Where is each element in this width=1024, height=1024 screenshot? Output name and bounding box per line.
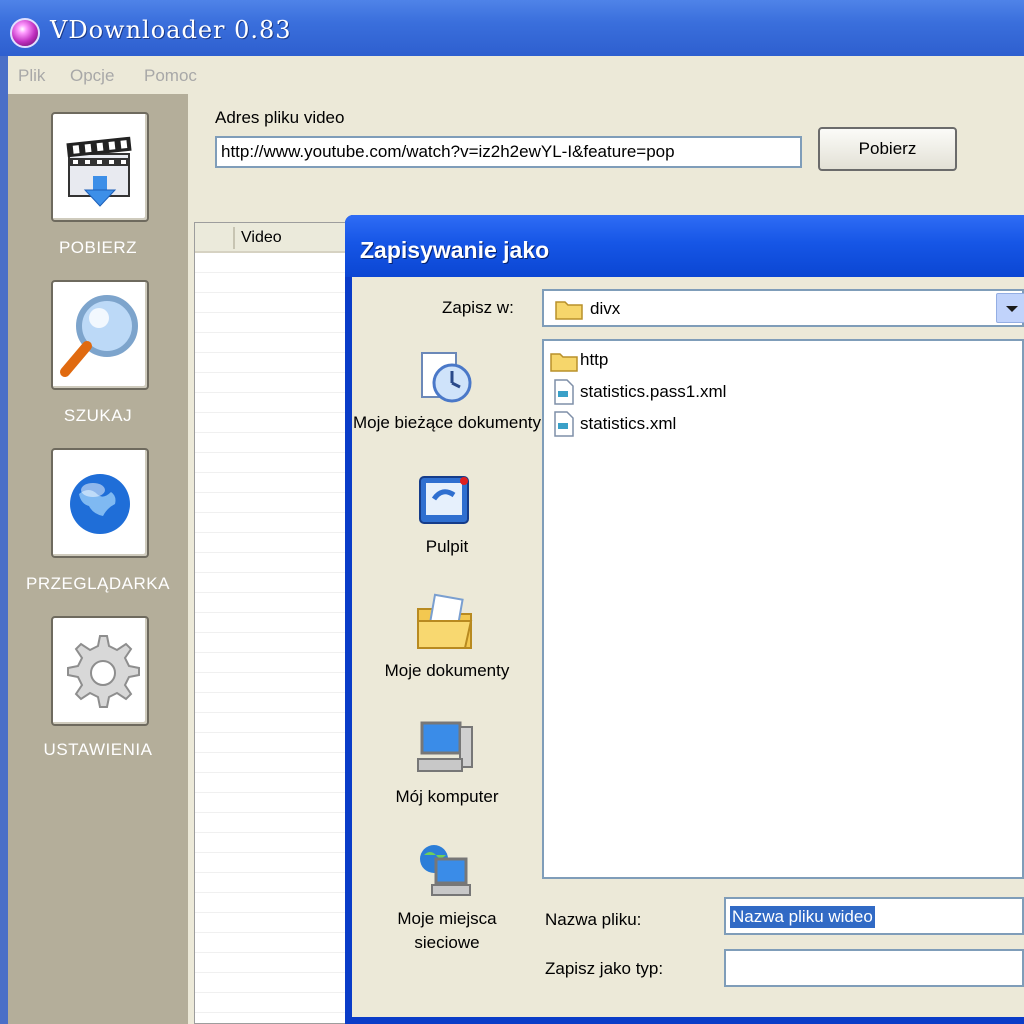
desktop-icon <box>419 476 469 524</box>
chevron-down-icon <box>1006 306 1018 312</box>
filetype-label: Zapisz jako typ: <box>545 959 664 978</box>
filename-selected-text: Nazwa pliku wideo <box>730 906 875 928</box>
dialog-title: Zapisywanie jako <box>360 237 550 263</box>
address-label: Adres pliku video <box>215 108 345 127</box>
dialog-body: Zapisz w: divx Moje bieżące dokumenty Pu… <box>352 277 1024 1017</box>
folder-icon <box>555 301 583 320</box>
xml-file-icon <box>554 379 574 405</box>
recent-documents-icon <box>421 352 472 403</box>
folder-icon <box>550 353 578 372</box>
title-bar[interactable]: VDownloader 0.83 <box>0 0 1024 56</box>
dialog-title-bar[interactable]: Zapisywanie jako <box>345 215 1024 277</box>
place-recent-documents[interactable]: Moje bieżące dokumenty <box>352 339 542 459</box>
file-list[interactable]: http statistics.pass1.xml statistics.xml <box>542 339 1024 879</box>
save-as-dialog: Zapisywanie jako Zapisz w: divx Moje bie… <box>345 215 1024 1024</box>
menu-bar: Plik Opcje Pomoc <box>8 56 1024 94</box>
column-header-video[interactable]: Video <box>241 229 282 247</box>
save-in-value: divx <box>590 299 621 318</box>
window-title: VDownloader 0.83 <box>50 16 292 44</box>
network-places-icon <box>420 845 471 896</box>
filename-label: Nazwa pliku: <box>545 910 642 929</box>
column-separator[interactable] <box>233 227 235 249</box>
sidebar-button-search[interactable] <box>51 280 149 390</box>
save-in-label: Zapisz w: <box>442 298 514 317</box>
globe-icon <box>70 474 130 534</box>
menu-file[interactable]: Plik <box>18 66 45 86</box>
sidebar-label-browser: PRZEGLĄDARKA <box>26 574 170 593</box>
main-window: VDownloader 0.83 Plik Opcje Pomoc POBIER… <box>0 0 1024 1024</box>
place-label-desktop: Pulpit <box>425 537 469 556</box>
app-logo-icon <box>10 18 40 48</box>
place-my-documents[interactable]: Moje dokumenty <box>352 587 542 697</box>
place-network[interactable]: Moje miejsca sieciowe <box>352 833 542 963</box>
xml-file-icon <box>554 411 574 437</box>
place-label-my-documents: Moje dokumenty <box>384 661 510 680</box>
sidebar-button-settings[interactable] <box>51 616 149 726</box>
file-name: statistics.xml <box>580 414 677 433</box>
my-documents-icon <box>417 593 473 649</box>
my-computer-icon <box>417 721 473 772</box>
sidebar: POBIERZ SZUKAJ PRZEGLĄDARKA USTAWIENIA <box>8 94 188 1024</box>
file-name: statistics.pass1.xml <box>580 382 727 401</box>
place-label-network: Moje miejsca sieciowe <box>352 907 542 955</box>
place-label-my-computer: Mój komputer <box>395 787 499 806</box>
filename-input[interactable]: Nazwa pliku wideo <box>724 897 1024 935</box>
sidebar-button-download[interactable] <box>51 112 149 222</box>
sidebar-label-download: POBIERZ <box>58 238 138 257</box>
sidebar-label-settings: USTAWIENIA <box>43 740 153 759</box>
menu-help[interactable]: Pomoc <box>144 66 197 86</box>
download-button[interactable]: Pobierz <box>818 127 957 171</box>
place-label-recent: Moje bieżące dokumenty <box>352 413 542 432</box>
gear-icon <box>67 635 140 708</box>
filetype-select[interactable] <box>724 949 1024 987</box>
sidebar-label-search: SZUKAJ <box>63 406 133 425</box>
video-url-input[interactable]: http://www.youtube.com/watch?v=iz2h2ewYL… <box>215 136 802 168</box>
place-my-computer[interactable]: Mój komputer <box>352 711 542 821</box>
sidebar-button-browser[interactable] <box>51 448 149 558</box>
menu-options[interactable]: Opcje <box>70 66 114 86</box>
magnifier-icon <box>60 295 138 377</box>
film-download-icon <box>66 136 132 207</box>
save-in-dropdown-button[interactable] <box>996 293 1024 323</box>
places-bar: Moje bieżące dokumenty Pulpit Moje dokum… <box>352 339 542 1009</box>
place-label-network-text: Moje miejsca sieciowe <box>397 909 497 952</box>
place-desktop[interactable]: Pulpit <box>352 467 542 567</box>
save-in-combobox[interactable]: divx <box>542 289 1024 327</box>
file-name: http <box>580 350 609 369</box>
